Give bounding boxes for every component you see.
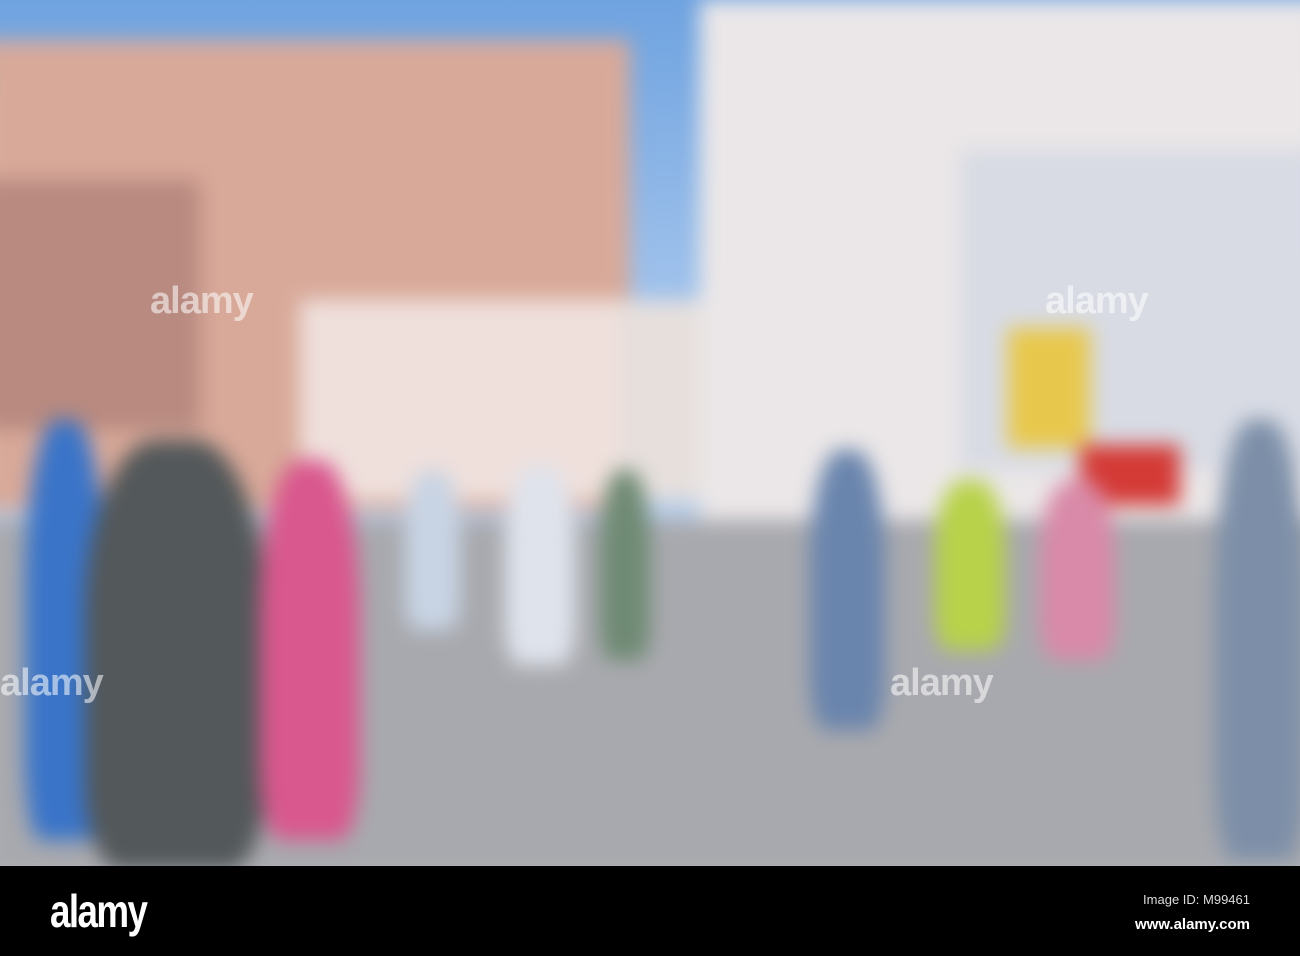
alamy-logo: alamy xyxy=(50,885,148,937)
footer-bar: alamy Image ID: M99461 www.alamy.com xyxy=(0,866,1300,956)
person-white xyxy=(505,465,575,665)
person-light xyxy=(405,470,460,630)
person-jeans xyxy=(810,450,885,730)
photo-layers xyxy=(0,0,1300,866)
person-green xyxy=(600,470,650,660)
watermark: alamy xyxy=(1045,280,1149,322)
left-building-lower xyxy=(300,300,630,500)
watermark: alamy xyxy=(0,662,104,704)
person-pink-right xyxy=(1040,480,1115,660)
site-url: www.alamy.com xyxy=(1134,916,1250,933)
watermark: alamy xyxy=(150,280,254,322)
watermark: alamy xyxy=(890,662,994,704)
yellow-banner xyxy=(1008,328,1090,448)
person-right-edge xyxy=(1215,420,1300,860)
image-id: Image ID: M99461 xyxy=(1143,892,1250,907)
person-grey-coat xyxy=(85,440,265,866)
blurred-photo-piazza: alamy alamy alamy alamy xyxy=(0,0,1300,866)
person-lime xyxy=(935,480,1005,650)
person-pink xyxy=(260,460,360,840)
